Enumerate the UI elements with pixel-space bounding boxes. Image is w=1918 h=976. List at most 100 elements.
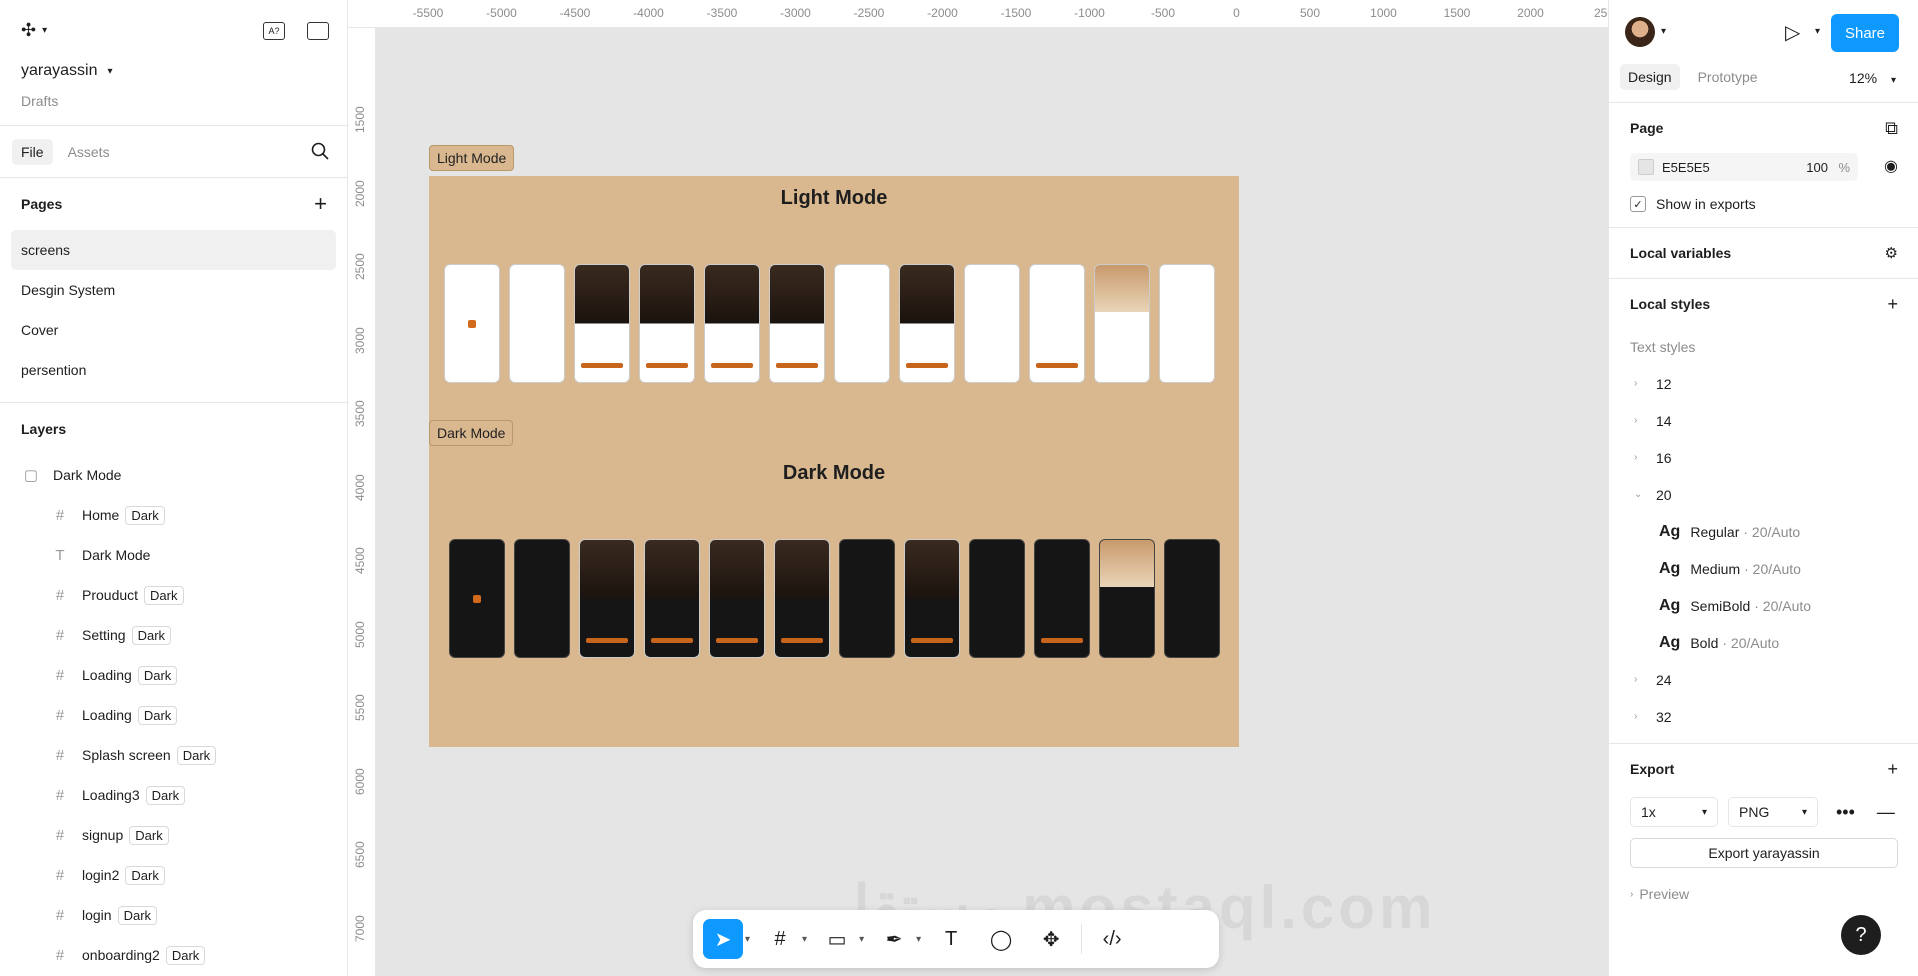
light-mode-frame[interactable]: Light Mode bbox=[429, 176, 1239, 472]
text-style-item[interactable]: Ag Regular · 20/Auto bbox=[1609, 513, 1918, 550]
screen-thumbnail[interactable] bbox=[774, 539, 830, 658]
screen-thumbnail[interactable] bbox=[839, 539, 895, 658]
screen-thumbnail[interactable] bbox=[514, 539, 570, 658]
chevron-down-icon[interactable]: ▾ bbox=[859, 934, 864, 945]
screen-thumbnail[interactable] bbox=[704, 264, 760, 383]
export-format-select[interactable]: PNG ▾ bbox=[1728, 797, 1818, 827]
search-icon[interactable] bbox=[311, 142, 329, 160]
screen-thumbnail[interactable] bbox=[1099, 539, 1155, 658]
export-button[interactable]: Export yarayassin bbox=[1630, 838, 1898, 868]
layer-row[interactable]: T Dark Mode bbox=[0, 535, 347, 575]
screen-thumbnail[interactable] bbox=[574, 264, 630, 383]
comment-tool-icon[interactable]: ◯ bbox=[981, 919, 1021, 959]
tab-assets[interactable]: Assets bbox=[59, 139, 119, 165]
chevron-down-icon[interactable]: ▾ bbox=[802, 934, 807, 945]
present-icon[interactable]: ▷ bbox=[1785, 20, 1800, 45]
page-item-persention[interactable]: persention bbox=[11, 350, 336, 390]
screen-thumbnail[interactable] bbox=[1094, 264, 1150, 383]
zoom-level[interactable]: 12% ▾ bbox=[1849, 70, 1896, 86]
frame-label-dark[interactable]: Dark Mode bbox=[429, 420, 514, 446]
figma-menu-button[interactable]: ✣ ▾ bbox=[21, 20, 47, 41]
eye-icon[interactable]: ◉ bbox=[1884, 156, 1898, 176]
preview-toggle[interactable]: › Preview bbox=[1609, 874, 1918, 914]
screen-thumbnail[interactable] bbox=[444, 264, 500, 383]
more-options-icon[interactable]: ••• bbox=[1836, 802, 1855, 823]
text-style-item[interactable]: Ag Bold · 20/Auto bbox=[1609, 624, 1918, 661]
tab-prototype[interactable]: Prototype bbox=[1690, 64, 1766, 90]
text-style-item[interactable]: Ag SemiBold · 20/Auto bbox=[1609, 587, 1918, 624]
text-style-group[interactable]: › 32 bbox=[1609, 698, 1918, 735]
help-button[interactable]: ? bbox=[1841, 915, 1881, 955]
frame-label-light[interactable]: Light Mode bbox=[429, 145, 515, 171]
screen-thumbnail[interactable] bbox=[964, 264, 1020, 383]
pen-tool-icon[interactable]: ✒ bbox=[874, 919, 914, 959]
text-style-item[interactable]: Ag Medium · 20/Auto bbox=[1609, 550, 1918, 587]
dark-mode-frame[interactable]: Dark Mode bbox=[429, 451, 1239, 747]
layer-row[interactable]: # Loading Dark bbox=[0, 655, 347, 695]
move-tool-icon[interactable]: ➤ bbox=[703, 919, 743, 959]
chevron-down-icon[interactable]: ▾ bbox=[1815, 26, 1820, 37]
share-button[interactable]: Share bbox=[1831, 14, 1899, 52]
chevron-down-icon[interactable]: ▾ bbox=[745, 934, 750, 945]
actions-tool-icon[interactable]: ✥ bbox=[1031, 919, 1071, 959]
sidebar-toggle-icon[interactable] bbox=[307, 22, 329, 40]
rectangle-tool-icon[interactable]: ▭ bbox=[817, 919, 857, 959]
add-export-icon[interactable]: + bbox=[1887, 759, 1898, 780]
screen-thumbnail[interactable] bbox=[579, 539, 635, 658]
frame-tool-icon[interactable]: # bbox=[760, 919, 800, 959]
checkbox-checked-icon[interactable]: ✓ bbox=[1630, 196, 1646, 212]
text-style-group[interactable]: › 16 bbox=[1609, 439, 1918, 476]
page-item-cover[interactable]: Cover bbox=[11, 310, 336, 350]
page-fill-row[interactable]: E5E5E5 100 % bbox=[1630, 153, 1858, 181]
sliders-icon[interactable]: ⚙ bbox=[1885, 244, 1898, 262]
add-page-icon[interactable]: + bbox=[314, 191, 327, 217]
screen-thumbnail[interactable] bbox=[449, 539, 505, 658]
page-item-design-system[interactable]: Desgin System bbox=[11, 270, 336, 310]
chevron-down-icon[interactable]: ▾ bbox=[1661, 26, 1666, 37]
screen-thumbnail[interactable] bbox=[709, 539, 765, 658]
layer-row[interactable]: # login Dark bbox=[0, 895, 347, 935]
layer-row[interactable]: # Home Dark bbox=[0, 495, 347, 535]
text-style-group[interactable]: › 24 bbox=[1609, 661, 1918, 698]
local-variables-header[interactable]: Local variables ⚙ bbox=[1609, 228, 1918, 278]
layer-row[interactable]: # signup Dark bbox=[0, 815, 347, 855]
layer-frame-dark-mode[interactable]: ▢ Dark Mode bbox=[0, 455, 347, 495]
project-name[interactable]: yarayassin ▾ bbox=[21, 62, 113, 80]
layer-row[interactable]: # Setting Dark bbox=[0, 615, 347, 655]
screen-thumbnail[interactable] bbox=[1029, 264, 1085, 383]
show-in-exports-row[interactable]: ✓ Show in exports bbox=[1609, 181, 1918, 227]
page-settings-icon[interactable]: ⧉ bbox=[1885, 118, 1898, 139]
text-style-group[interactable]: ⌄ 20 bbox=[1609, 476, 1918, 513]
tab-file[interactable]: File bbox=[12, 138, 53, 165]
screen-thumbnail[interactable] bbox=[644, 539, 700, 658]
screen-thumbnail[interactable] bbox=[1159, 264, 1215, 383]
screen-thumbnail[interactable] bbox=[639, 264, 695, 383]
remove-export-icon[interactable]: — bbox=[1877, 802, 1895, 823]
screen-thumbnail[interactable] bbox=[769, 264, 825, 383]
layer-row[interactable]: # onboarding2 Dark bbox=[0, 935, 347, 975]
screen-thumbnail[interactable] bbox=[969, 539, 1025, 658]
layer-row[interactable]: # Loading Dark bbox=[0, 695, 347, 735]
export-scale-select[interactable]: 1x ▾ bbox=[1630, 797, 1718, 827]
text-tool-icon[interactable]: T bbox=[931, 919, 971, 959]
screen-thumbnail[interactable] bbox=[1164, 539, 1220, 658]
color-swatch[interactable] bbox=[1638, 159, 1654, 175]
project-location[interactable]: Drafts bbox=[21, 93, 58, 109]
layer-row[interactable]: # Loading3 Dark bbox=[0, 775, 347, 815]
ai-icon[interactable]: A? bbox=[263, 22, 285, 40]
add-style-icon[interactable]: + bbox=[1887, 294, 1898, 315]
fill-opacity[interactable]: 100 bbox=[1806, 160, 1828, 175]
canvas[interactable]: Light Mode Light Mode Dark Mode Dark Mod… bbox=[376, 28, 1608, 976]
screen-thumbnail[interactable] bbox=[834, 264, 890, 383]
dev-mode-icon[interactable]: ‹/› bbox=[1092, 919, 1132, 959]
text-style-group[interactable]: › 14 bbox=[1609, 402, 1918, 439]
layer-row[interactable]: # Splash screen Dark bbox=[0, 735, 347, 775]
fill-hex[interactable]: E5E5E5 bbox=[1662, 160, 1710, 175]
screen-thumbnail[interactable] bbox=[904, 539, 960, 658]
page-item-screens[interactable]: screens bbox=[11, 230, 336, 270]
chevron-down-icon[interactable]: ▾ bbox=[916, 934, 921, 945]
screen-thumbnail[interactable] bbox=[509, 264, 565, 383]
layer-row[interactable]: # login2 Dark bbox=[0, 855, 347, 895]
screen-thumbnail[interactable] bbox=[1034, 539, 1090, 658]
avatar[interactable] bbox=[1625, 17, 1655, 47]
